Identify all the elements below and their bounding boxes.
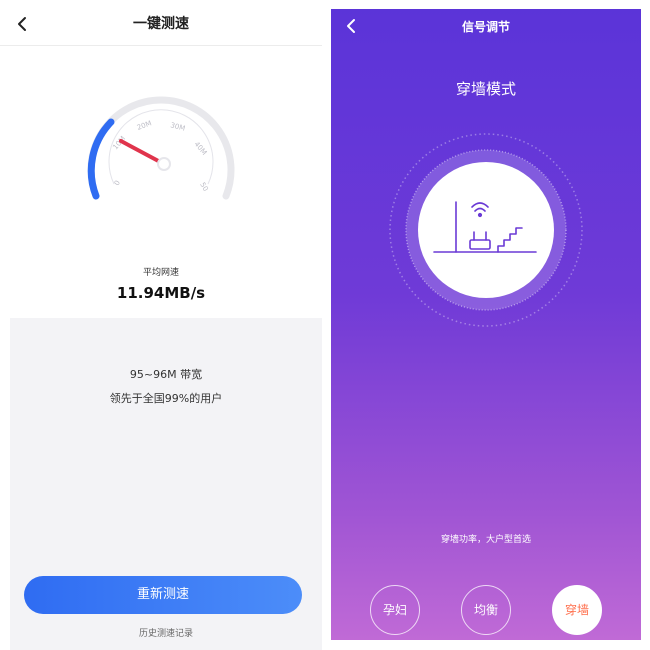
gauge-tick-label: 0 <box>113 179 122 187</box>
mode-description: 穿墙功率，大户型首选 <box>440 535 531 545</box>
mode-wall-button[interactable]: 穿墙 <box>552 585 602 635</box>
speed-gauge: 0 10M 20M 30M 40M 50 <box>87 96 235 200</box>
gauge-outer-track <box>87 96 235 200</box>
inner-white-disc <box>418 162 554 298</box>
speed-test-screen: 一键测速 0 10M 20M 30M 40M 50 平均网速 11.94MB/s… <box>0 0 322 650</box>
page-title: 信号调节 <box>461 20 510 34</box>
gauge-needle <box>119 139 166 166</box>
bandwidth-text: 95~96M 带宽 <box>129 368 203 381</box>
signal-adjust-screen: 信号调节 穿墙模式 穿墙功率，大户型首选 孕妇 均衡 穿墙 <box>331 9 641 640</box>
gauge-tick-label: 50 <box>198 181 209 193</box>
average-speed-label: 平均网速 <box>142 268 179 278</box>
gauge-tick-label: 20M <box>136 119 153 132</box>
mode-balanced-button[interactable]: 均衡 <box>461 585 511 635</box>
result-panel: 95~96M 带宽 领先于全国99%的用户 重新测速 历史测速记录 <box>10 318 322 650</box>
nav-bar: 一键测速 <box>0 0 322 46</box>
wall-mode-illustration <box>389 133 583 327</box>
gauge-tick-label: 40M <box>192 140 208 157</box>
history-link[interactable]: 历史测速记录 <box>10 626 322 639</box>
retest-button[interactable]: 重新测速 <box>24 576 302 614</box>
average-speed-value: 11.94MB/s <box>116 284 206 302</box>
mode-title: 穿墙模式 <box>455 80 516 98</box>
page-title: 一键测速 <box>133 16 189 32</box>
rank-text: 领先于全国99%的用户 <box>109 392 223 405</box>
gauge-tick-label: 30M <box>169 121 186 133</box>
mode-pregnant-button[interactable]: 孕妇 <box>370 585 420 635</box>
gauge-hub <box>157 157 171 171</box>
gauge-progress <box>87 118 115 200</box>
